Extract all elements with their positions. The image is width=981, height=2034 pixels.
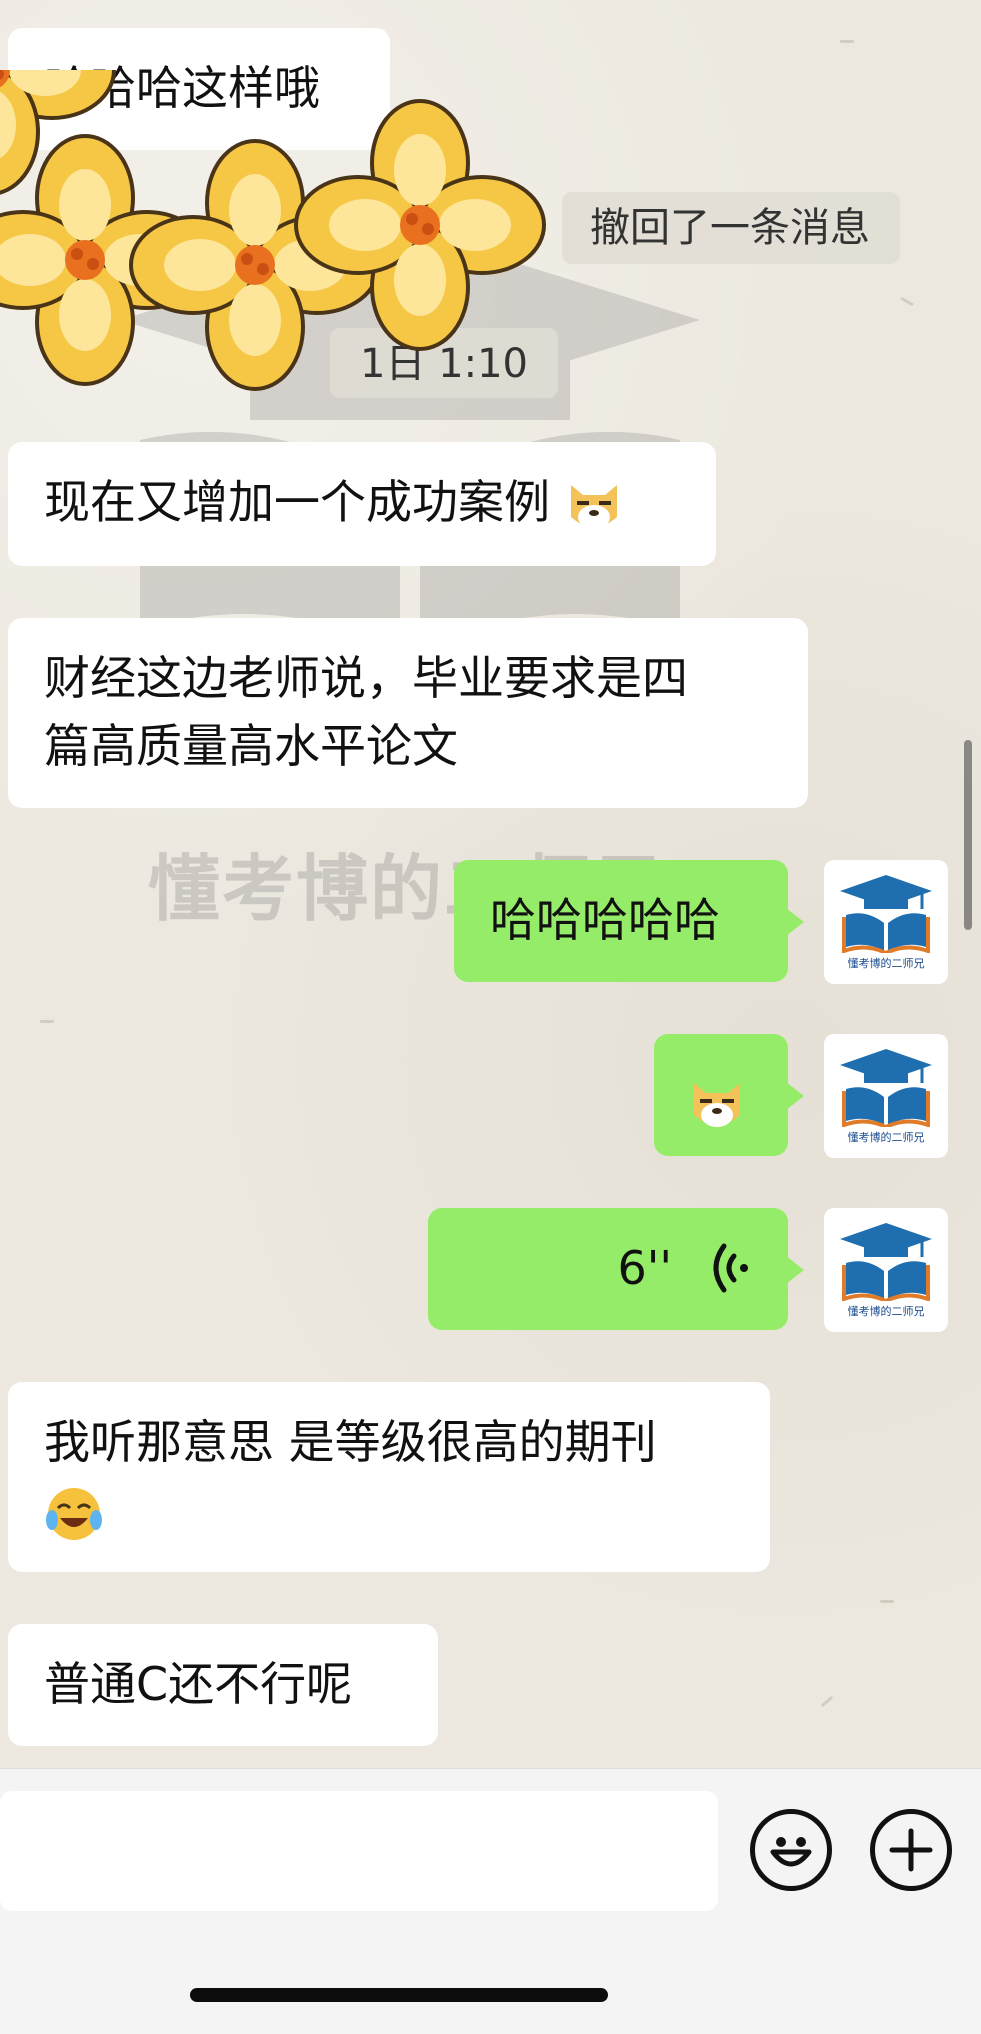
chat-background: 懂考博的二师兄 哈哈哈这样哦 撤回了一条消息 1日 1:10 现在又增加一个成功… bbox=[0, 0, 981, 1768]
home-indicator bbox=[190, 1988, 608, 2002]
avatar[interactable]: 懂考博的二师兄 bbox=[824, 860, 948, 984]
plus-icon bbox=[889, 1828, 933, 1872]
yellow-flowers-sticker bbox=[0, 70, 546, 391]
message-bubble-sent[interactable] bbox=[654, 1034, 804, 1156]
message-bubble-received[interactable]: 普通C还不行呢 bbox=[8, 1624, 438, 1746]
doge-face-icon bbox=[694, 1082, 740, 1127]
message-bubble-received[interactable]: 财经这边老师说，毕业要求是四 篇高质量高水平论文 bbox=[8, 618, 808, 808]
emoji-button[interactable] bbox=[750, 1809, 832, 1891]
message-text: 普通C还不行呢 bbox=[44, 1657, 353, 1711]
avatar-caption: 懂考博的二师兄 bbox=[847, 957, 925, 970]
graduation-book-logo bbox=[840, 1049, 932, 1127]
avatar-caption: 懂考博的二师兄 bbox=[847, 1305, 925, 1318]
laughing-crying-face-icon bbox=[46, 1487, 102, 1540]
voice-duration: 6'' bbox=[617, 1241, 672, 1295]
avatar[interactable]: 懂考博的二师兄 bbox=[824, 1034, 948, 1158]
voice-message-bubble[interactable]: 6'' bbox=[428, 1208, 804, 1330]
scrollbar-thumb[interactable] bbox=[964, 740, 972, 930]
avatar-caption: 懂考博的二师兄 bbox=[847, 1131, 925, 1144]
message-input[interactable] bbox=[0, 1791, 718, 1911]
message-text: 哈哈哈哈哈 bbox=[490, 893, 720, 947]
plus-button[interactable] bbox=[870, 1809, 952, 1891]
voice-wave-icon bbox=[713, 1243, 748, 1293]
avatar[interactable]: 懂考博的二师兄 bbox=[824, 1208, 948, 1332]
smiley-icon bbox=[770, 1837, 812, 1867]
message-bubble-sent[interactable]: 哈哈哈哈哈 bbox=[454, 860, 804, 982]
doge-face-icon bbox=[570, 484, 617, 529]
message-bubble-received[interactable]: 现在又增加一个成功案例 bbox=[8, 442, 716, 566]
recall-notice-text: 撤回了一条消息 bbox=[590, 205, 870, 251]
message-bubble-received[interactable]: 我听那意思 是等级很高的期刊 bbox=[8, 1382, 770, 1572]
graduation-book-logo bbox=[840, 1223, 932, 1301]
message-text: 现在又增加一个成功案例 bbox=[44, 475, 550, 529]
message-text-line: 财经这边老师说，毕业要求是四 bbox=[44, 651, 688, 705]
recall-notice: 撤回了一条消息 bbox=[562, 192, 900, 264]
message-text-line: 我听那意思 是等级很高的期刊 bbox=[44, 1415, 657, 1469]
message-text-line: 篇高质量高水平论文 bbox=[44, 719, 458, 773]
graduation-book-logo bbox=[840, 875, 932, 953]
